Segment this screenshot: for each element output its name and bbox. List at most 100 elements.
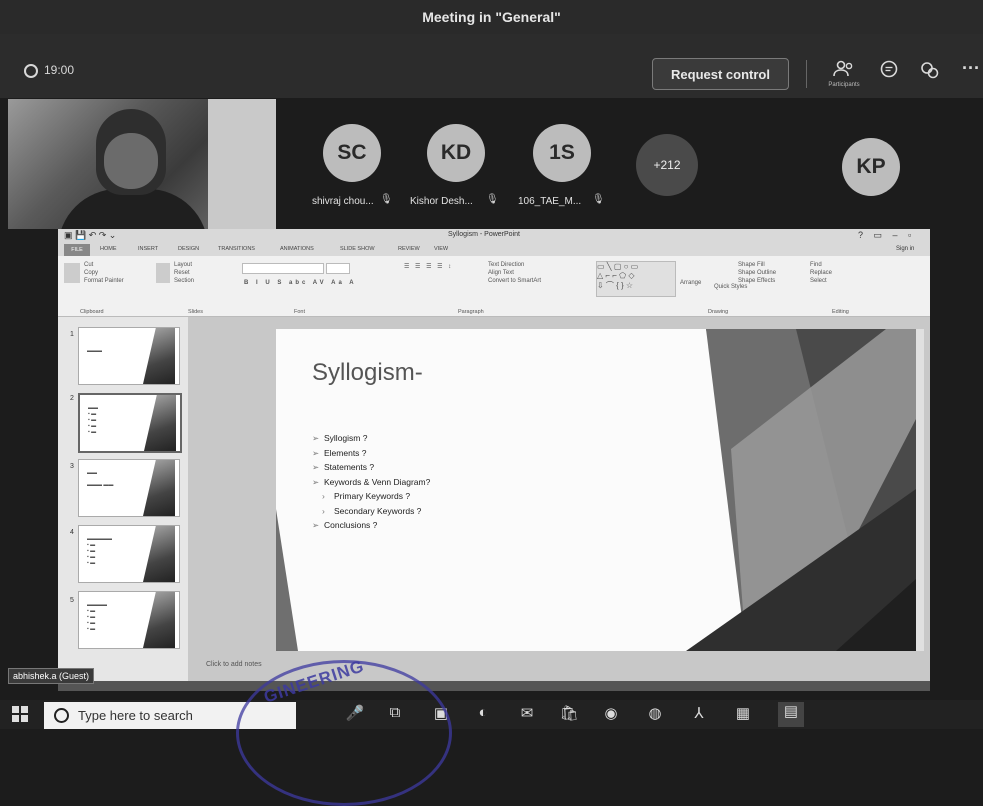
thumbnail-text: ▬▬▬▬ ▪ ▬ ▪ ▬ ▪ ▬ ▪ ▬ [87, 602, 107, 632]
ppt-title-bar: ▣ 💾 ↶ ↷ ⌄ Syllogism - PowerPoint ? ▭ – ▫… [58, 229, 930, 251]
windows-start-icon[interactable] [12, 706, 28, 725]
word-icon[interactable]: ▦ [730, 704, 756, 722]
browser-icon[interactable]: ◍ [642, 704, 668, 722]
mic-off-icon: 🎙 [486, 194, 499, 205]
guest-name-tag: abhishek.a (Guest) [8, 668, 95, 684]
group-editing: Editing [832, 309, 849, 315]
thumbnail-graphic [143, 328, 175, 384]
store-icon[interactable]: 🛍 [556, 704, 582, 722]
tab-design[interactable]: DESIGN [178, 246, 199, 252]
group-slides: Slides [188, 309, 203, 315]
powerpoint-icon[interactable]: ▤ [778, 702, 804, 727]
notes-placeholder[interactable]: Click to add notes [206, 661, 262, 668]
select-button[interactable]: Select [810, 277, 832, 285]
more-options-icon[interactable]: ··· [956, 58, 983, 79]
tab-insert[interactable]: INSERT [138, 246, 158, 252]
more-participants-badge[interactable]: +212 [636, 134, 698, 196]
paragraph-align-icons[interactable]: ☰ ☰ ☰ ☰ ↕ [404, 263, 453, 271]
tab-file[interactable]: FILE [64, 244, 90, 256]
slide[interactable]: Syllogism- ➢ Syllogism ? ➢ Elements ? ➢ Sta… [276, 329, 916, 651]
slide-thumbnail[interactable]: ▬▬▬▬▬ ▪ ▬ ▪ ▬ ▪ ▬ ▪ ▬ [78, 525, 180, 583]
vertical-scrollbar[interactable] [916, 329, 924, 651]
cut-button[interactable]: Cut [84, 261, 124, 269]
participant-name: shivraj chou... [312, 196, 374, 207]
convert-smartart-button[interactable]: Convert to SmartArt [488, 277, 541, 285]
slide-thumbnail[interactable]: ▬▬▬▬ ▪ ▬ ▪ ▬ ▪ ▬ ▪ ▬ [78, 591, 180, 649]
arrange-button[interactable]: Arrange [680, 279, 701, 287]
bullet-item: › Primary Keywords ? [322, 491, 411, 501]
layout-button[interactable]: Layout [174, 261, 194, 269]
participant-name: 106_TAE_M... [518, 196, 582, 207]
replace-button[interactable]: Replace [810, 269, 832, 277]
request-control-button[interactable]: Request control [652, 58, 789, 90]
paragraph-commands: Text Direction Align Text Convert to Sma… [488, 261, 541, 285]
reactions-icon[interactable] [915, 60, 945, 85]
search-placeholder: Type here to search [78, 708, 193, 723]
tab-review[interactable]: REVIEW [398, 246, 420, 252]
shapes-gallery[interactable]: ▭ ╲ ▢ ○ ▭ △ ⌐ ⌐ ⬠ ◇ ⇩ ⌒ { } ☆ [596, 261, 676, 297]
slide-thumbnail[interactable]: ▬▬▬ [78, 327, 180, 385]
tab-transitions[interactable]: TRANSITIONS [218, 246, 255, 252]
chrome-icon[interactable]: ◉ [598, 704, 624, 722]
tab-slide-show[interactable]: SLIDE SHOW [340, 246, 375, 252]
tab-animations[interactable]: ANIMATIONS [280, 246, 314, 252]
mic-off-icon: 🎙 [592, 194, 605, 205]
editing-commands: Find Replace Select [810, 261, 832, 285]
tab-view[interactable]: VIEW [434, 246, 448, 252]
avatar[interactable]: SC [323, 124, 381, 182]
video-background [208, 99, 276, 229]
chat-icon[interactable] [874, 60, 904, 85]
mic-off-icon: 🎙 [380, 194, 393, 205]
format-painter-button[interactable]: Format Painter [84, 277, 124, 285]
thumbnail-number: 4 [70, 529, 74, 536]
bullet-item: › Secondary Keywords ? [322, 505, 422, 516]
participants-icon[interactable] [829, 60, 859, 83]
font-name-dropdown[interactable] [242, 263, 324, 274]
ppt-status-bar [58, 681, 930, 691]
thumbnail-text: ▬▬ ▪ ▬ ▪ ▬ ▪ ▬ ▪ ▬ [88, 405, 98, 435]
mail-icon[interactable]: ✉ [514, 704, 540, 722]
clipboard-commands: Cut Copy Format Painter [84, 261, 124, 285]
timer-icon [24, 64, 38, 78]
thumbnail-number: 5 [70, 597, 74, 604]
sign-in-link[interactable]: Sign in [896, 246, 914, 252]
participants-label: Participants [828, 82, 860, 88]
ppt-window-title: Syllogism - PowerPoint [448, 231, 520, 238]
thumbnail-number: 2 [70, 395, 74, 402]
avatar[interactable]: KD [427, 124, 485, 182]
new-slide-icon[interactable] [156, 263, 170, 283]
thumbnail-graphic [143, 526, 175, 582]
font-size-dropdown[interactable] [326, 263, 350, 274]
thumbnail-number: 3 [70, 463, 74, 470]
find-button[interactable]: Find [810, 261, 832, 269]
avatar[interactable]: KP [842, 138, 900, 196]
quick-access-toolbar: ▣ 💾 ↶ ↷ ⌄ [64, 230, 117, 240]
participant-name: Kishor Desh... [410, 196, 473, 207]
group-font: Font [294, 309, 306, 315]
slide-thumbnail[interactable]: ▬▬ ▪ ▬ ▪ ▬ ▪ ▬ ▪ ▬ [78, 393, 182, 453]
slide-title: Syllogism- [312, 359, 423, 386]
bullet-item: ➢ Conclusions ? [312, 520, 378, 530]
edge-icon[interactable]: ◐ [470, 704, 496, 721]
video-person-face [104, 133, 158, 189]
copy-button[interactable]: Copy [84, 269, 124, 277]
shape-outline-button[interactable]: Shape Outline [738, 269, 776, 277]
font-format-icons[interactable]: B I U S abc AV Aa A [244, 279, 357, 287]
reset-button[interactable]: Reset [174, 269, 194, 277]
text-direction-button[interactable]: Text Direction [488, 261, 541, 269]
shape-effects-button[interactable]: Shape Effects [738, 277, 776, 285]
slide-thumbnail[interactable]: ▬▬ ▬▬▬ ▬▬ [78, 459, 180, 517]
section-button[interactable]: Section [174, 277, 194, 285]
paste-icon[interactable] [64, 263, 80, 283]
slides-commands: Layout Reset Section [174, 261, 194, 285]
tab-home[interactable]: HOME [100, 246, 117, 252]
shape-fill-button[interactable]: Shape Fill [738, 261, 776, 269]
pdf-icon[interactable]: ⅄ [686, 704, 712, 722]
thumbnail-text: ▬▬ ▬▬▬ ▬▬ [87, 470, 114, 488]
thumbnail-graphic [143, 592, 175, 648]
participant-video [8, 99, 276, 229]
thumbnail-number: 1 [70, 331, 74, 338]
search-icon [54, 708, 69, 723]
avatar[interactable]: 1S [533, 124, 591, 182]
align-text-button[interactable]: Align Text [488, 269, 541, 277]
